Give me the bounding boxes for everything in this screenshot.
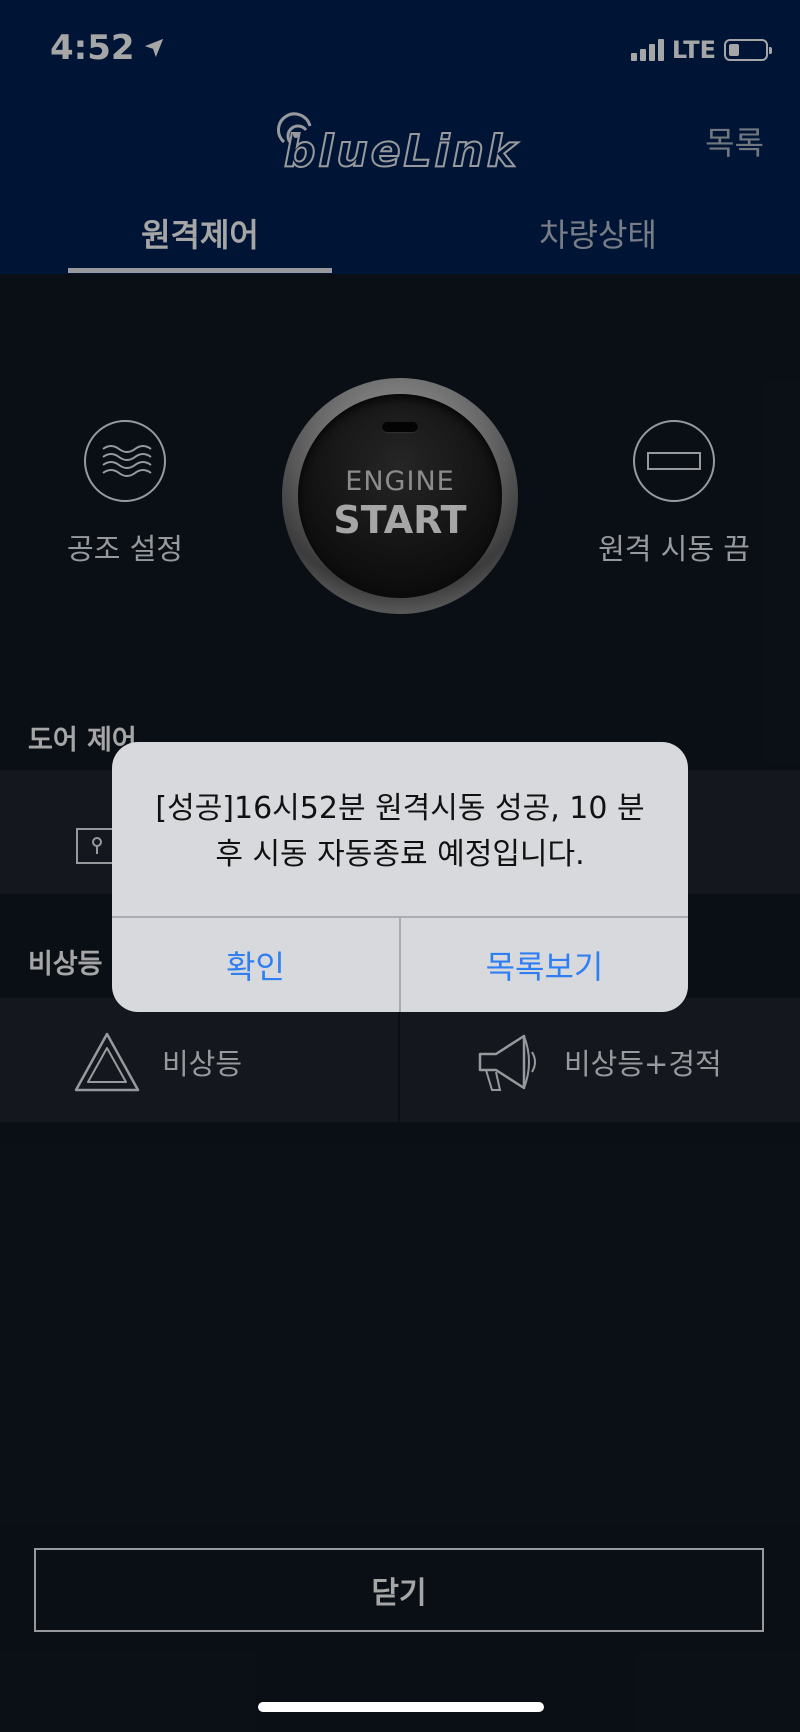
hazard-horn-label: 비상등+경적 <box>564 1047 722 1081</box>
status-bar: 4:52 LTE <box>0 0 800 100</box>
tab-vehicle-status[interactable]: 차량상태 <box>466 210 730 256</box>
app-header: 4:52 LTE blueLink 목록 원격제어 차량상태 <box>0 0 800 274</box>
tab-bar: 원격제어 차량상태 <box>0 210 800 274</box>
engine-start-button[interactable]: ENGINE START <box>282 378 518 614</box>
megaphone-icon <box>478 1034 536 1091</box>
success-alert-dialog: [성공]16시52분 원격시동 성공, 10 분후 시동 자동종료 예정입니다.… <box>112 742 688 1012</box>
active-tab-indicator <box>68 268 332 273</box>
hazard-horn-button[interactable]: 비상등+경적 <box>474 1030 722 1094</box>
cellular-signal-icon <box>630 39 664 61</box>
remote-stop-button[interactable]: 원격 시동 끔 <box>574 420 774 568</box>
hazard-lights-label: 비상등 <box>162 1047 243 1081</box>
hazard-section-title: 비상등 <box>28 949 103 980</box>
status-indicators: LTE <box>630 36 772 64</box>
triangle-warning-icon <box>74 1032 140 1092</box>
climate-icon <box>84 420 166 502</box>
hazard-lights-button[interactable]: 비상등 <box>72 1030 242 1094</box>
network-type: LTE <box>671 36 716 64</box>
svg-text:blueLink: blueLink <box>284 126 519 174</box>
alert-message: [성공]16시52분 원격시동 성공, 10 분후 시동 자동종료 예정입니다. <box>155 791 645 872</box>
alert-ok-button[interactable]: 확인 <box>112 918 399 1012</box>
tab-remote-control[interactable]: 원격제어 <box>68 210 332 256</box>
list-link[interactable]: 목록 <box>705 118 764 164</box>
alert-view-list-button[interactable]: 목록보기 <box>401 918 688 1012</box>
start-label: START <box>333 498 467 542</box>
close-button[interactable]: 닫기 <box>34 1548 764 1632</box>
remote-stop-label: 원격 시동 끔 <box>598 532 750 566</box>
stop-icon <box>633 420 715 502</box>
location-arrow-icon <box>144 38 163 58</box>
bluelink-logo: blueLink <box>274 108 526 178</box>
home-indicator[interactable] <box>258 1702 544 1712</box>
battery-icon <box>724 39 772 61</box>
engine-label: ENGINE <box>345 466 455 497</box>
engine-indicator-icon <box>382 422 418 432</box>
status-time: 4:52 <box>50 28 165 68</box>
climate-settings-label: 공조 설정 <box>67 532 183 566</box>
climate-settings-button[interactable]: 공조 설정 <box>25 420 225 568</box>
